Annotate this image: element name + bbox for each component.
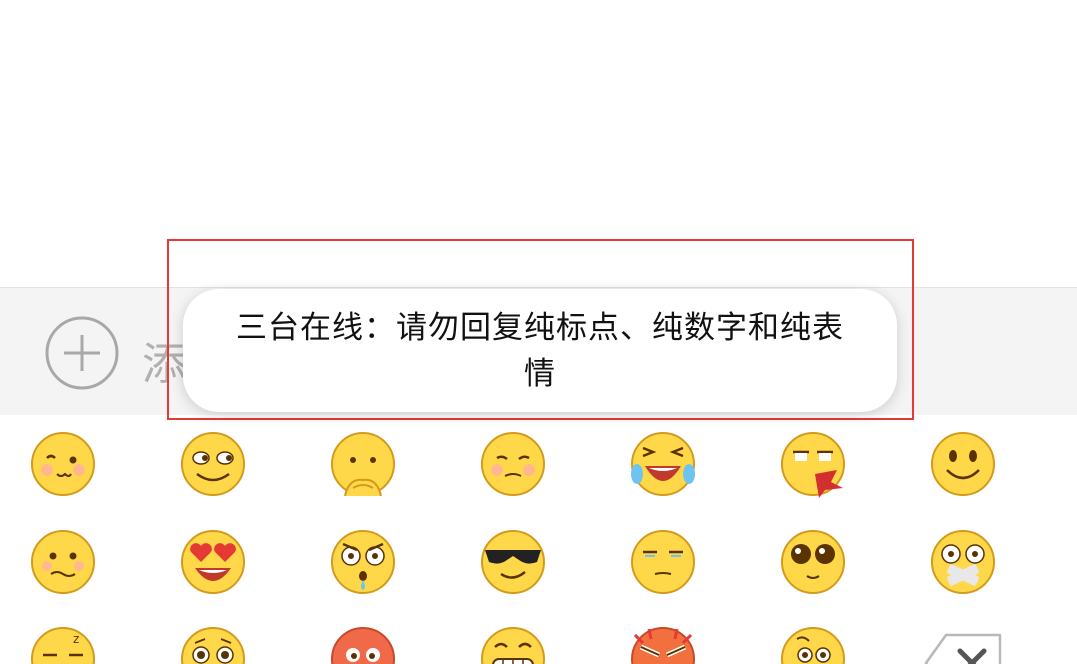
- svg-text:z: z: [73, 632, 79, 646]
- pondering-face-icon[interactable]: [779, 625, 847, 664]
- squint-face-icon[interactable]: [179, 430, 247, 498]
- nosebleed-face-icon[interactable]: [779, 430, 847, 498]
- grin-face-icon[interactable]: [479, 625, 547, 664]
- furious-face-icon[interactable]: [629, 625, 697, 664]
- add-media-button[interactable]: [44, 315, 120, 391]
- sunglasses-face-icon[interactable]: [479, 528, 547, 596]
- emoji-panel: z: [0, 415, 1077, 664]
- shocked-face-icon[interactable]: [329, 528, 397, 596]
- embarrassed-face-icon[interactable]: [479, 430, 547, 498]
- shy-face-icon[interactable]: [29, 430, 97, 498]
- heart-eyes-face-icon[interactable]: [179, 528, 247, 596]
- laugh-crying-face-icon[interactable]: [629, 430, 697, 498]
- worried-face-icon[interactable]: [29, 528, 97, 596]
- toast-message: 三台在线：请勿回复纯标点、纯数字和纯表情: [183, 289, 897, 412]
- nervous-face-icon[interactable]: [179, 625, 247, 664]
- toast-message-text: 三台在线：请勿回复纯标点、纯数字和纯表情: [236, 309, 844, 392]
- smug-face-icon[interactable]: [629, 528, 697, 596]
- backspace-icon[interactable]: [924, 633, 1004, 664]
- angry-red-face-icon[interactable]: [329, 625, 397, 664]
- smile-face-icon[interactable]: [929, 430, 997, 498]
- taped-mouth-face-icon[interactable]: [929, 528, 997, 596]
- plus-circle-icon: [45, 316, 119, 390]
- sparkle-eyes-face-icon[interactable]: [779, 528, 847, 596]
- sleepy-face-icon[interactable]: z: [29, 625, 97, 664]
- thinking-face-icon[interactable]: [329, 430, 397, 498]
